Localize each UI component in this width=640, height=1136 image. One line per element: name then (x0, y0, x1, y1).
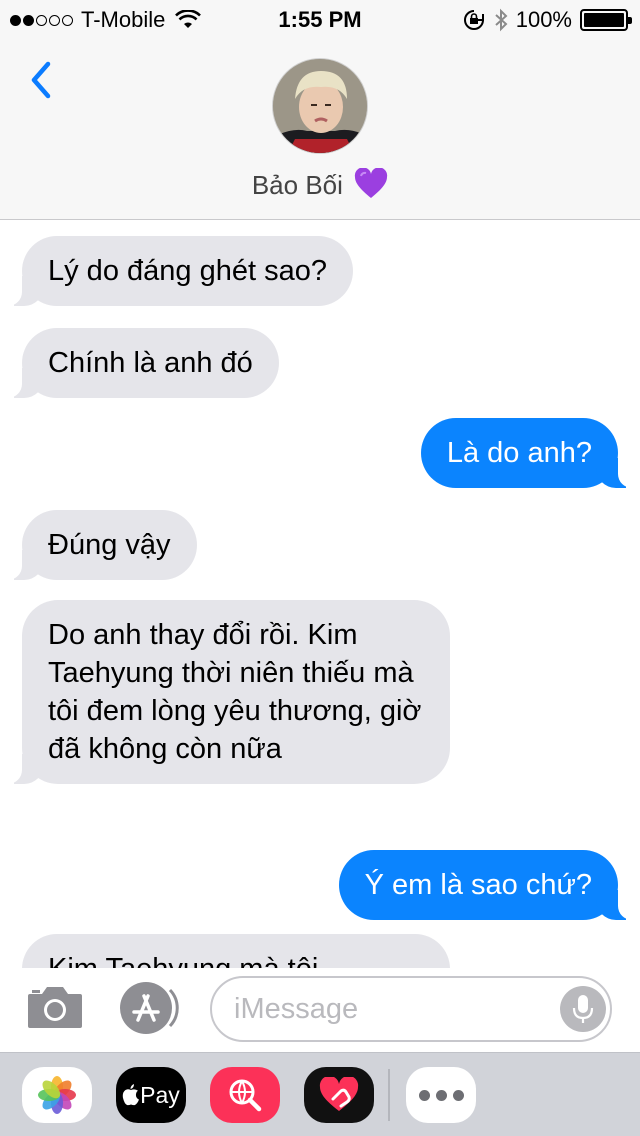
rotation-lock-icon (463, 10, 484, 30)
message-list[interactable]: Lý do đáng ghét sao? Chính là anh đó Là … (0, 220, 640, 968)
conversation-header: T-Mobile 1:55 PM 100% Bảo Bối (0, 0, 640, 220)
message-bubble-incoming[interactable]: Kim Taehyung mà tôi (22, 934, 450, 968)
battery-icon (580, 9, 632, 31)
digital-touch-icon[interactable] (304, 1067, 374, 1123)
camera-icon[interactable] (26, 982, 84, 1030)
app-drawer: Pay (0, 1052, 640, 1136)
chevron-left-icon[interactable] (22, 56, 62, 106)
purple-heart-icon (355, 168, 388, 198)
contact-name: Bảo Bối (251, 170, 343, 200)
status-bar: T-Mobile 1:55 PM 100% (0, 0, 640, 40)
message-bubble-outgoing[interactable]: Là do anh? (420, 418, 640, 488)
drawer-divider (388, 1069, 390, 1121)
apple-logo-icon (122, 1084, 140, 1106)
globe-search-icon (229, 1079, 262, 1112)
more-icon[interactable] (406, 1067, 476, 1123)
message-bubble-outgoing[interactable]: Ý em là sao chứ? (338, 850, 640, 920)
bluetooth-icon (495, 8, 508, 32)
message-bubble-incoming[interactable]: Chính là anh đó (0, 328, 279, 398)
microphone-icon[interactable] (560, 986, 606, 1032)
message-bubble-incoming[interactable]: Lý do đáng ghét sao? (0, 236, 353, 306)
compose-bar (0, 968, 640, 1052)
app-store-icon[interactable] (118, 980, 180, 1036)
imessage-input[interactable] (210, 976, 612, 1042)
battery-percent: 100% (515, 7, 572, 32)
contact-avatar[interactable] (272, 58, 368, 154)
heart-touch-icon (319, 1077, 359, 1111)
microphone-glyph (572, 995, 594, 1023)
apple-pay-label: Pay (140, 1081, 180, 1108)
contact-name-row[interactable]: Bảo Bối (0, 168, 640, 201)
photos-flower-icon (38, 1076, 76, 1114)
apple-pay-icon[interactable]: Pay (116, 1067, 186, 1123)
message-bubble-incoming[interactable]: Do anh thay đổi rồi. Kim Taehyung thời n… (0, 600, 450, 784)
image-search-icon[interactable] (210, 1067, 280, 1123)
photos-icon[interactable] (22, 1067, 92, 1123)
status-right: 100% (462, 7, 632, 33)
avatar-photo (273, 59, 367, 153)
more-dots (418, 1089, 464, 1101)
message-bubble-incoming[interactable]: Đúng vậy (0, 510, 197, 580)
